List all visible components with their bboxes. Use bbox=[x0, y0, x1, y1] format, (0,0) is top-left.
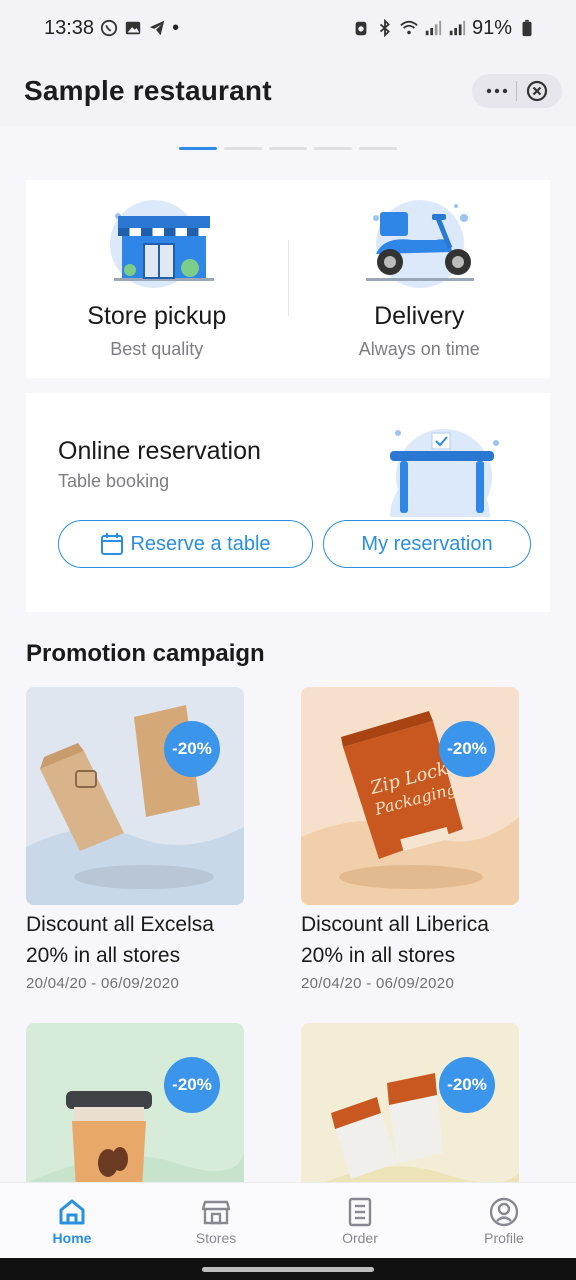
promo-image: Zip Lock Packaging -20% bbox=[301, 687, 519, 905]
promo-name: Discount all Liberica 20% in all stores bbox=[301, 913, 489, 967]
delivery-subtitle: Always on time bbox=[358, 339, 480, 359]
discount-badge: -20% bbox=[439, 1057, 495, 1113]
store-icon bbox=[109, 200, 214, 288]
coffee-bag-illustration bbox=[26, 705, 244, 905]
whatsapp-icon bbox=[100, 19, 118, 37]
mini-program-capsule bbox=[472, 74, 562, 108]
nav-item-profile[interactable]: Profile bbox=[432, 1183, 576, 1258]
page-title: Sample restaurant bbox=[24, 75, 272, 106]
pager-dot bbox=[314, 147, 352, 150]
pager-dot bbox=[269, 147, 307, 150]
close-circle-icon bbox=[527, 80, 548, 102]
battery-percent: 91% bbox=[471, 16, 512, 39]
promo-card[interactable]: -20% bbox=[26, 1023, 256, 1182]
more-button[interactable] bbox=[479, 76, 515, 106]
home-gesture-handle[interactable] bbox=[202, 1267, 374, 1272]
wifi-icon bbox=[400, 20, 418, 35]
reservation-title: Online reservation bbox=[58, 437, 261, 465]
delivery-option[interactable]: Delivery Always on time bbox=[289, 180, 551, 378]
promo-image: -20% bbox=[26, 687, 244, 905]
home-icon bbox=[59, 1199, 85, 1224]
nav-item-stores[interactable]: Stores bbox=[144, 1183, 288, 1258]
promo-date: 20/04/20 - 06/09/2020 bbox=[301, 975, 455, 992]
pager-dot-active bbox=[179, 147, 217, 150]
discount-badge: -20% bbox=[439, 721, 495, 777]
table-icon bbox=[390, 429, 499, 517]
store-pickup-subtitle: Best quality bbox=[110, 339, 204, 359]
nav-label-order: Order bbox=[342, 1229, 378, 1246]
notification-dot: • bbox=[172, 16, 180, 39]
signal-2-icon bbox=[449, 20, 466, 36]
alarm-icon bbox=[355, 21, 367, 36]
signal-icon bbox=[425, 20, 442, 36]
promotion-section-title: Promotion campaign bbox=[26, 640, 265, 667]
telegram-icon bbox=[149, 20, 165, 36]
promo-name: Discount all Excelsa 20% in all stores bbox=[26, 913, 214, 967]
nav-label-profile: Profile bbox=[484, 1229, 524, 1246]
status-time: 13:38 bbox=[44, 16, 95, 39]
service-card: Store pickup Best quality Delivery Alway… bbox=[26, 180, 550, 378]
my-reservation-button[interactable]: My reservation bbox=[323, 520, 531, 568]
nav-label-stores: Stores bbox=[195, 1229, 237, 1246]
store-icon bbox=[201, 1200, 231, 1224]
status-bar: 13:38 • 91% bbox=[0, 0, 576, 56]
order-icon bbox=[348, 1197, 372, 1226]
gesture-bar bbox=[0, 1258, 576, 1280]
promo-card[interactable]: Zip Lock Packaging -20% Discount all Lib… bbox=[301, 687, 531, 992]
zip-lock-bag-illustration: Zip Lock Packaging bbox=[301, 711, 519, 905]
discount-badge: -20% bbox=[164, 721, 220, 777]
promo-card[interactable]: -20% bbox=[301, 1023, 531, 1182]
pager-dot bbox=[224, 147, 262, 150]
battery-icon bbox=[522, 19, 532, 37]
capsule-divider bbox=[516, 81, 518, 101]
discount-badge: -20% bbox=[164, 1057, 220, 1113]
reservation-subtitle: Table booking bbox=[58, 471, 170, 491]
profile-icon bbox=[489, 1197, 519, 1226]
promo-date: 20/04/20 - 06/09/2020 bbox=[26, 975, 180, 992]
bottom-navigation: Home Stores Order Profile bbox=[0, 1182, 576, 1258]
calendar-icon bbox=[101, 533, 124, 555]
bluetooth-icon bbox=[379, 19, 390, 37]
my-reservation-label: My reservation bbox=[361, 532, 493, 555]
gallery-icon bbox=[125, 21, 141, 35]
pager-dot bbox=[359, 147, 397, 150]
banner-pager bbox=[179, 147, 397, 150]
more-horizontal-icon bbox=[486, 88, 508, 94]
store-pickup-title: Store pickup bbox=[87, 302, 227, 330]
promo-image: -20% bbox=[301, 1023, 519, 1182]
nav-item-home[interactable]: Home bbox=[0, 1183, 144, 1258]
store-pickup-option[interactable]: Store pickup Best quality bbox=[26, 180, 288, 378]
main-content[interactable]: Store pickup Best quality Delivery Alway… bbox=[0, 126, 576, 1182]
app-header: Sample restaurant bbox=[0, 56, 576, 126]
nav-item-order[interactable]: Order bbox=[288, 1183, 432, 1258]
close-button[interactable] bbox=[519, 76, 555, 106]
promo-image: -20% bbox=[26, 1023, 244, 1182]
delivery-title: Delivery bbox=[374, 302, 465, 330]
reservation-card: Online reservation Table booking Reserve… bbox=[26, 393, 550, 612]
promo-card[interactable]: -20% Discount all Excelsa 20% in all sto… bbox=[26, 687, 256, 992]
reserve-table-label: Reserve a table bbox=[130, 532, 271, 555]
reserve-table-button[interactable]: Reserve a table bbox=[58, 520, 313, 568]
nav-label-home: Home bbox=[52, 1229, 92, 1246]
scooter-icon bbox=[366, 200, 475, 288]
